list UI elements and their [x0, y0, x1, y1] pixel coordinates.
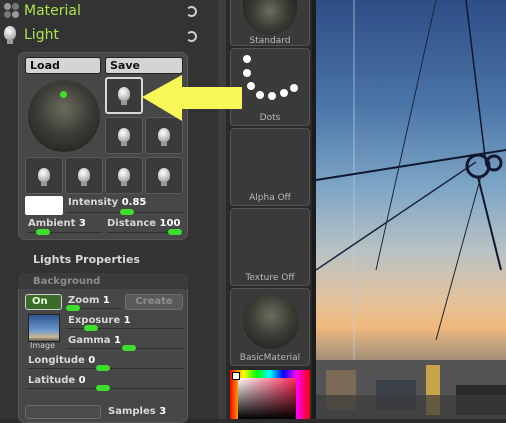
longitude-label[interactable]: Longitude 0 — [28, 355, 95, 366]
samples-label[interactable]: Samples 3 — [108, 406, 166, 417]
ambient-slider[interactable] — [36, 229, 50, 235]
image-label: Image — [30, 341, 56, 350]
gamma-label[interactable]: Gamma 1 — [68, 335, 121, 346]
load-button[interactable]: Load — [25, 57, 101, 74]
texture-tile[interactable]: Texture Off — [230, 208, 310, 286]
annotation-arrow — [142, 75, 242, 121]
distance-slider[interactable] — [168, 229, 182, 235]
alpha-tile[interactable]: Alpha Off — [230, 128, 310, 206]
exposure-label[interactable]: Exposure 1 — [68, 315, 131, 326]
color-picker-field[interactable] — [238, 378, 296, 419]
light-slot-6[interactable] — [105, 157, 143, 194]
material-tile[interactable]: BasicMaterial — [230, 288, 310, 366]
ambient-label[interactable]: Ambient 3 — [28, 218, 86, 229]
distance-value: 100 — [159, 218, 181, 229]
background-on-button[interactable]: On — [25, 294, 62, 310]
light-position-marker[interactable] — [60, 91, 67, 98]
lights-properties-header[interactable]: Lights Properties — [33, 253, 140, 266]
gamma-value: 1 — [114, 335, 121, 346]
zoom-value: 1 — [102, 295, 110, 306]
light-bulb-icon — [38, 168, 50, 182]
latitude-label[interactable]: Latitude 0 — [28, 375, 86, 386]
material-header[interactable]: Material — [24, 3, 81, 19]
material-icon — [4, 3, 20, 19]
basic-material-preview — [243, 293, 299, 349]
light-slot-4[interactable] — [25, 157, 63, 194]
light-header[interactable]: Light — [24, 27, 59, 43]
standard-caption: Standard — [249, 36, 291, 46]
intensity-label[interactable]: Intensity 0.85 — [68, 197, 146, 208]
material-caption: BasicMaterial — [239, 353, 301, 363]
light-bulb-icon — [158, 128, 170, 142]
intensity-value: 0.85 — [121, 197, 147, 208]
light-bulb-icon — [118, 128, 130, 142]
light-slot-7[interactable] — [145, 157, 183, 194]
light-bulb-icon — [78, 168, 90, 182]
light-color-swatch[interactable] — [25, 196, 63, 215]
background-extra-button[interactable] — [25, 405, 101, 419]
latitude-value: 0 — [78, 375, 86, 386]
longitude-value: 0 — [88, 355, 96, 366]
material-column: Standard Dots Alpha Off Texture Off Basi… — [226, 0, 312, 419]
exposure-slider[interactable] — [84, 325, 98, 331]
intensity-slider[interactable] — [120, 209, 134, 215]
background-image-thumbnail[interactable] — [28, 314, 60, 342]
texture-caption: Texture Off — [245, 273, 295, 283]
standard-material-preview — [243, 0, 297, 35]
ambient-value: 3 — [78, 218, 86, 229]
light-slot-5[interactable] — [65, 157, 103, 194]
standard-material-tile[interactable]: Standard — [230, 0, 310, 46]
light-refresh-icon[interactable] — [186, 31, 197, 42]
gamma-slider[interactable] — [122, 345, 136, 351]
color-picker-cursor[interactable] — [232, 372, 240, 380]
distance-label[interactable]: Distance 100 — [107, 218, 180, 229]
background-header[interactable]: Background — [33, 276, 100, 287]
canvas-viewport[interactable] — [316, 0, 506, 419]
save-button[interactable]: Save — [105, 57, 183, 74]
material-refresh-icon[interactable] — [186, 6, 197, 17]
palette-scrollbar[interactable] — [218, 0, 226, 419]
create-button[interactable]: Create — [125, 294, 183, 310]
alpha-caption: Alpha Off — [249, 193, 291, 203]
light-bulb-icon — [118, 87, 130, 101]
latitude-slider[interactable] — [96, 385, 110, 391]
samples-value: 3 — [159, 406, 167, 417]
zoom-slider[interactable] — [66, 305, 80, 311]
color-picker[interactable] — [230, 370, 310, 419]
background-photo — [316, 0, 506, 419]
longitude-slider[interactable] — [96, 365, 110, 371]
left-panel: Material Light Load Save Intensity 0.85 … — [0, 0, 226, 423]
light-bulb-icon — [158, 168, 170, 182]
light-bulb-icon — [118, 168, 130, 182]
light-header-icon — [4, 26, 16, 44]
exposure-value: 1 — [123, 315, 131, 326]
